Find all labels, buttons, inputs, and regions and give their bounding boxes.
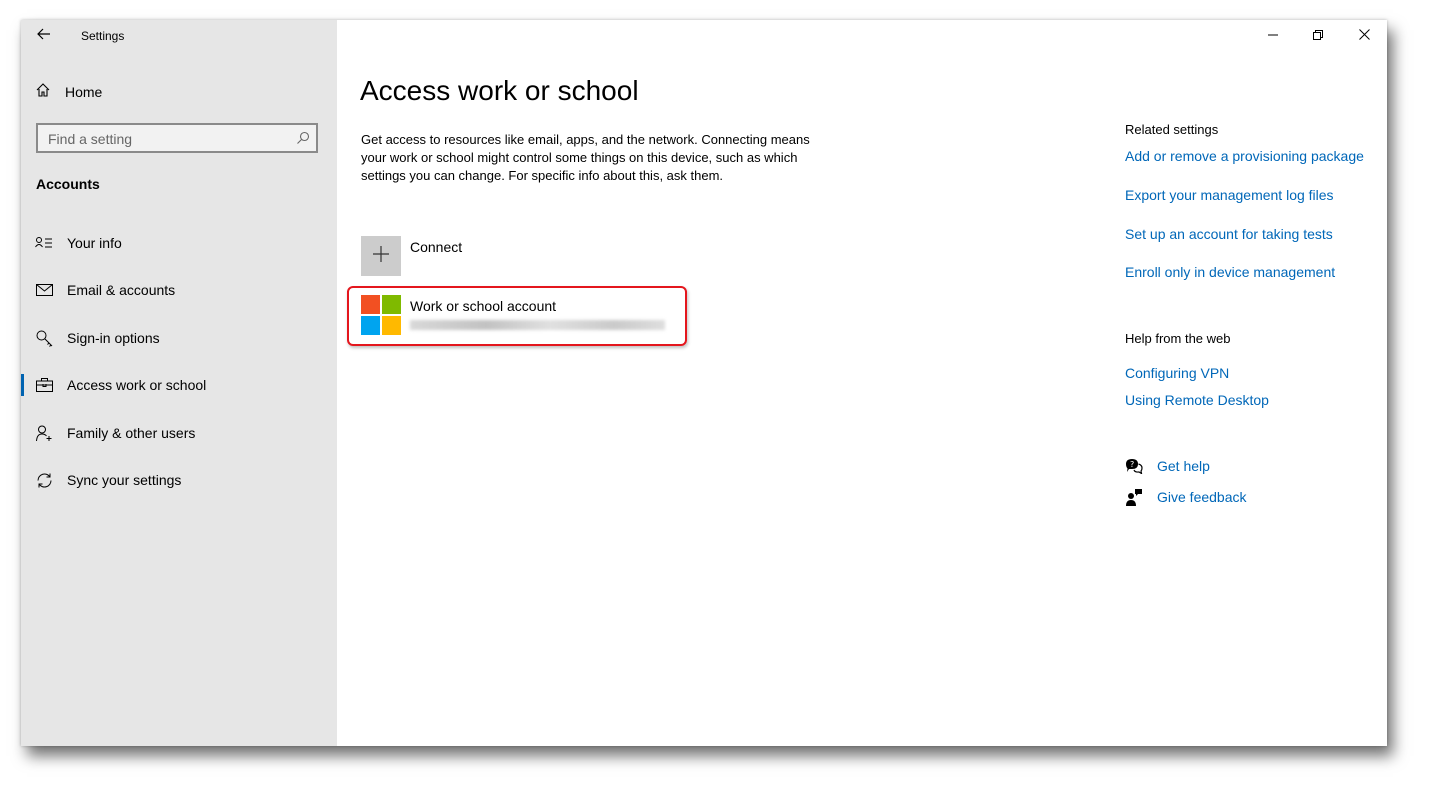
settings-window: Settings Home Accounts Your info Email: [21, 20, 1387, 746]
window-title: Settings: [81, 29, 125, 43]
sync-icon: [35, 471, 53, 489]
sidebar-item-access-work-school[interactable]: Access work or school: [21, 367, 337, 403]
key-icon: [35, 329, 53, 347]
sidebar-item-label: Sync your settings: [67, 472, 182, 488]
sidebar-item-email-accounts[interactable]: Email & accounts: [21, 272, 337, 308]
account-name: Work or school account: [410, 298, 557, 314]
sidebar-item-sign-in-options[interactable]: Sign-in options: [21, 320, 337, 356]
sidebar-home-label: Home: [65, 84, 103, 100]
main-content: Access work or school Get access to reso…: [337, 20, 1387, 746]
sidebar-item-your-info[interactable]: Your info: [21, 225, 337, 261]
sidebar-item-label: Your info: [67, 235, 122, 251]
get-help-label: Get help: [1157, 458, 1210, 474]
sidebar-item-family-other-users[interactable]: Family & other users: [21, 415, 337, 451]
back-button[interactable]: [33, 26, 55, 46]
svg-text:?: ?: [1130, 460, 1134, 469]
minimize-icon: [1268, 27, 1278, 45]
back-arrow-icon: [37, 27, 51, 45]
add-person-icon: [35, 424, 53, 442]
related-settings-heading: Related settings: [1125, 122, 1219, 137]
give-feedback-label: Give feedback: [1157, 489, 1247, 505]
minimize-button[interactable]: [1250, 20, 1296, 52]
page-title: Access work or school: [360, 75, 639, 106]
active-indicator: [21, 374, 24, 396]
restore-button[interactable]: [1295, 20, 1341, 52]
search-input[interactable]: [48, 130, 288, 148]
search-box: [36, 123, 318, 153]
sidebar-item-label: Family & other users: [67, 425, 196, 441]
link-taking-tests[interactable]: Set up an account for taking tests: [1125, 226, 1333, 242]
contact-info-icon: [35, 234, 53, 252]
connect-tile: [361, 236, 401, 276]
sidebar-item-label: Email & accounts: [67, 282, 176, 298]
link-configuring-vpn[interactable]: Configuring VPN: [1125, 365, 1229, 381]
briefcase-icon: [35, 376, 53, 394]
sidebar-item-label: Sign-in options: [67, 330, 160, 346]
connect-button[interactable]: Connect: [361, 236, 661, 276]
sidebar-item-sync-settings[interactable]: Sync your settings: [21, 462, 337, 498]
close-icon: [1358, 27, 1370, 45]
search-icon[interactable]: [296, 131, 310, 150]
feedback-icon: [1125, 488, 1143, 506]
home-icon: [35, 82, 51, 103]
plus-icon: [372, 245, 390, 268]
get-help-link[interactable]: ? Get help: [1125, 455, 1210, 477]
microsoft-logo-icon: [361, 295, 401, 335]
account-email-redacted: [410, 320, 665, 330]
logo-square-red: [361, 295, 380, 314]
link-export-logs[interactable]: Export your management log files: [1125, 187, 1334, 203]
logo-square-yellow: [382, 316, 401, 335]
logo-square-blue: [361, 316, 380, 335]
sidebar-item-label: Access work or school: [67, 377, 207, 393]
sidebar-item-home[interactable]: Home: [35, 81, 102, 103]
help-web-heading: Help from the web: [1125, 331, 1231, 346]
sidebar: Settings Home Accounts Your info Email: [21, 20, 337, 746]
give-feedback-link[interactable]: Give feedback: [1125, 486, 1247, 508]
logo-square-green: [382, 295, 401, 314]
get-help-icon: ?: [1125, 457, 1143, 475]
link-remote-desktop[interactable]: Using Remote Desktop: [1125, 392, 1269, 408]
connect-label: Connect: [410, 239, 463, 255]
sidebar-section-accounts: Accounts: [36, 176, 100, 192]
restore-icon: [1313, 27, 1323, 45]
link-enroll-device-management[interactable]: Enroll only in device management: [1125, 264, 1335, 280]
work-school-account-item[interactable]: Work or school account: [361, 295, 681, 339]
page-description: Get access to resources like email, apps…: [361, 132, 810, 183]
link-provisioning-package[interactable]: Add or remove a provisioning package: [1125, 148, 1364, 164]
close-button[interactable]: [1341, 20, 1387, 52]
mail-icon: [35, 281, 53, 299]
